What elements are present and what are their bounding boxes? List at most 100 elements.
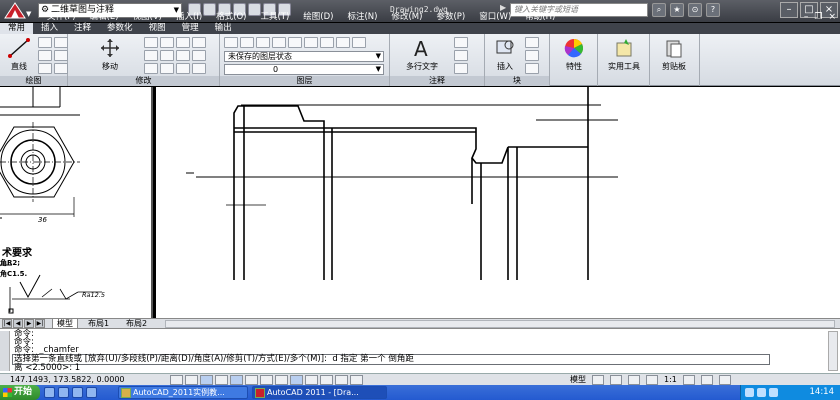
properties-button[interactable]: 特性 [556, 36, 592, 74]
tab-manage[interactable]: 管理 [174, 23, 207, 34]
stretch-icon[interactable] [144, 63, 158, 74]
break-icon[interactable] [192, 63, 206, 74]
layer-properties-icon[interactable] [224, 37, 238, 48]
doc-minimize-icon[interactable]: – [804, 12, 809, 22]
first-layout-icon[interactable]: |◀ [2, 319, 12, 328]
workspace-icon[interactable] [682, 375, 695, 385]
dimension-icon[interactable] [454, 37, 468, 48]
osnap-toggle[interactable] [230, 375, 243, 385]
3dosnap-toggle[interactable] [245, 375, 258, 385]
insert-block-button[interactable]: 插入 [487, 36, 523, 74]
ducs-toggle[interactable] [275, 375, 288, 385]
menu-draw[interactable]: 绘图(D) [296, 12, 340, 23]
tab-insert[interactable]: 插入 [33, 23, 66, 34]
layer-icon-8[interactable] [336, 37, 350, 48]
media-icon[interactable] [72, 387, 83, 398]
security-icon[interactable] [769, 388, 778, 397]
hatch-icon[interactable] [38, 63, 52, 74]
menu-dimension[interactable]: 标注(N) [340, 12, 384, 23]
layer-state-select[interactable]: 未保存的图层状态 ▼ [224, 51, 384, 62]
ortho-toggle[interactable] [200, 375, 213, 385]
erase-icon[interactable] [176, 37, 190, 48]
layers-panel-title[interactable]: 图层 [220, 76, 389, 86]
rectangle-icon[interactable] [54, 50, 68, 61]
snap-toggle[interactable] [170, 375, 183, 385]
layer-icon-7[interactable] [320, 37, 334, 48]
block-attr-icon[interactable] [525, 63, 539, 74]
trim-icon[interactable] [160, 37, 174, 48]
layout-icon[interactable] [592, 375, 604, 385]
scale-icon[interactable] [192, 37, 206, 48]
horizontal-scrollbar[interactable] [165, 320, 835, 328]
layer-icon-4[interactable] [272, 37, 286, 48]
menu-insert[interactable]: 插入(I) [169, 12, 209, 23]
menu-edit[interactable]: 编辑(E) [83, 12, 126, 23]
modify-panel-title[interactable]: 修改 [68, 76, 219, 86]
rotate-icon[interactable] [144, 37, 158, 48]
quickview-icon[interactable] [610, 375, 622, 385]
tab-parametric[interactable]: 参数化 [99, 23, 141, 34]
doc-close-icon[interactable]: × [828, 12, 836, 22]
mirror-icon[interactable] [160, 50, 174, 61]
array-icon[interactable] [160, 63, 174, 74]
menu-file[interactable]: 文件(F) [40, 12, 83, 23]
leader-icon[interactable] [454, 50, 468, 61]
layer-icon-2[interactable] [240, 37, 254, 48]
next-layout-icon[interactable]: ▶ [24, 319, 34, 328]
arc-icon[interactable] [38, 50, 52, 61]
lock-icon[interactable] [700, 375, 713, 385]
tab-view[interactable]: 视图 [141, 23, 174, 34]
annotation-panel-title[interactable]: 注释 [390, 76, 484, 86]
ie-icon[interactable] [44, 387, 55, 398]
layer-icon-9[interactable] [352, 37, 366, 48]
volume-icon[interactable] [757, 388, 766, 397]
menu-tools[interactable]: 工具(T) [253, 12, 296, 23]
desktop-icon[interactable] [58, 387, 69, 398]
prev-layout-icon[interactable]: ◀ [13, 319, 23, 328]
draw-panel-title[interactable]: 绘图 [0, 76, 67, 86]
search-icon[interactable]: ⌕ [652, 3, 666, 17]
ellipse-icon[interactable] [54, 63, 68, 74]
line-button[interactable]: 直线 [1, 36, 37, 74]
explode-icon[interactable] [192, 50, 206, 61]
polyline-icon[interactable] [38, 37, 52, 48]
menu-help[interactable]: 帮助(H) [518, 12, 562, 23]
tab-home[interactable]: 常用 [0, 23, 34, 34]
circle-icon[interactable] [54, 37, 68, 48]
menu-window[interactable]: 窗口(W) [472, 12, 518, 23]
layer-icon-5[interactable] [288, 37, 302, 48]
model-space-label[interactable]: 模型 [570, 375, 586, 385]
fullscreen-icon[interactable] [718, 375, 731, 385]
menu-parametric[interactable]: 参数(P) [429, 12, 472, 23]
menu-format[interactable]: 格式(O) [209, 12, 253, 23]
create-block-icon[interactable] [525, 37, 539, 48]
lwt-toggle[interactable] [305, 375, 318, 385]
last-layout-icon[interactable]: ▶| [35, 319, 45, 328]
layer-icon-3[interactable] [256, 37, 270, 48]
otrack-toggle[interactable] [260, 375, 273, 385]
menu-view[interactable]: 视图(V) [126, 12, 169, 23]
communication-icon[interactable]: ⊙ [688, 3, 702, 17]
clipboard-button[interactable]: 剪贴板 [656, 36, 692, 74]
drawing-area[interactable] [155, 87, 840, 318]
subscription-icon[interactable]: ★ [670, 3, 684, 17]
dyn-toggle[interactable] [290, 375, 303, 385]
annotation-scale[interactable]: 1:1 [664, 375, 677, 385]
fillet-icon[interactable] [176, 50, 190, 61]
network-icon[interactable] [745, 388, 754, 397]
sc-toggle[interactable] [350, 375, 363, 385]
task-button-tutorial[interactable]: AutoCAD_2011实例教... [118, 386, 248, 399]
doc-restore-icon[interactable]: ❐ [814, 12, 822, 22]
current-layer-select[interactable]: 0 ▼ [224, 64, 384, 75]
command-grip[interactable] [0, 331, 10, 371]
minimize-icon[interactable]: – [780, 2, 798, 18]
layer-icon-6[interactable] [304, 37, 318, 48]
mtext-button[interactable]: A 多行文字 [400, 36, 444, 74]
zoom-icon[interactable] [646, 375, 658, 385]
block-panel-title[interactable]: 块 [485, 76, 549, 86]
pan-icon[interactable] [628, 375, 640, 385]
grid-toggle[interactable] [185, 375, 198, 385]
autocad-logo-icon[interactable]: ▼ [2, 1, 32, 21]
offset-icon[interactable] [176, 63, 190, 74]
polar-toggle[interactable] [215, 375, 228, 385]
